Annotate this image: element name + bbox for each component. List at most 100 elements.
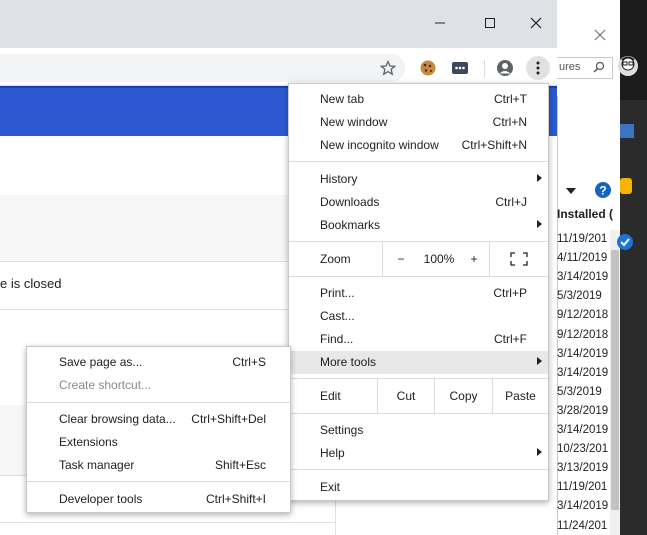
- menu-separator: [27, 481, 290, 482]
- installed-date: 3/14/2019: [557, 424, 609, 436]
- installed-date: 11/24/201: [557, 519, 608, 532]
- calendar-icon[interactable]: [620, 124, 634, 138]
- menu-item-settings[interactable]: Settings: [289, 419, 548, 442]
- minimize-icon[interactable]: [425, 8, 455, 38]
- menu-item-shortcut: Ctrl+Shift+N: [461, 138, 527, 152]
- zoom-in-button[interactable]: +: [459, 242, 489, 276]
- installed-date: 9/12/2018: [557, 328, 609, 341]
- search-text: ures: [559, 61, 581, 73]
- zoom-out-button[interactable]: −: [382, 242, 419, 276]
- menu-item-label: New window: [320, 115, 388, 129]
- submenu-arrow-icon: [537, 448, 542, 456]
- zoom-level: 100%: [423, 252, 455, 266]
- paste-button[interactable]: Paste: [492, 379, 548, 413]
- menu-item-cast[interactable]: Cast...: [289, 305, 548, 328]
- menu-item-label: Clear browsing data...: [59, 412, 176, 426]
- cut-button[interactable]: Cut: [377, 379, 434, 413]
- checkmark-icon[interactable]: [616, 233, 634, 254]
- close-icon[interactable]: [521, 8, 551, 38]
- bookmark-star-icon[interactable]: [377, 57, 399, 79]
- menu-item-label: Create shortcut...: [59, 378, 152, 392]
- submenu-item-clear-browsing-data[interactable]: Clear browsing data... Ctrl+Shift+Del: [27, 408, 290, 431]
- menu-item-label: Help: [320, 446, 345, 460]
- menu-item-label: Print...: [320, 286, 355, 300]
- menu-item-shortcut: Ctrl+J: [495, 195, 527, 209]
- browser-title-bar: [0, 0, 557, 48]
- close-icon[interactable]: [594, 28, 606, 44]
- submenu-item-task-manager[interactable]: Task manager Shift+Esc: [27, 454, 290, 477]
- extension-dots-icon[interactable]: [449, 57, 471, 79]
- menu-item-shortcut: Ctrl+Shift+I: [205, 492, 266, 506]
- menu-item-new-incognito-window[interactable]: New incognito window Ctrl+Shift+N: [289, 134, 548, 157]
- submenu-arrow-icon: [537, 220, 542, 228]
- chrome-main-menu: New tab Ctrl+T New window Ctrl+N New inc…: [288, 83, 549, 501]
- menu-item-shortcut: Shift+Esc: [214, 458, 266, 472]
- more-tools-submenu: Save page as... Ctrl+S Create shortcut..…: [26, 346, 291, 513]
- installed-date: 3/14/2019: [557, 366, 609, 379]
- installed-date: 10/23/201: [557, 443, 609, 456]
- divider: [0, 261, 335, 262]
- maximize-icon[interactable]: [475, 8, 505, 38]
- menu-item-label: More tools: [320, 355, 377, 369]
- copy-button[interactable]: Copy: [434, 379, 492, 413]
- menu-item-downloads[interactable]: Downloads Ctrl+J: [289, 191, 548, 214]
- fullscreen-icon[interactable]: [489, 242, 548, 276]
- menu-item-label: Developer tools: [59, 492, 143, 506]
- menu-item-shortcut: Ctrl+T: [494, 92, 527, 106]
- menu-separator: [289, 161, 548, 162]
- submenu-item-extensions[interactable]: Extensions: [27, 431, 290, 454]
- menu-item-shortcut: Ctrl+F: [494, 332, 527, 346]
- menu-item-help[interactable]: Help: [289, 442, 548, 465]
- address-bar[interactable]: [0, 54, 405, 82]
- scrollbar-thumb[interactable]: [611, 250, 619, 510]
- dropdown-arrow-icon[interactable]: [566, 184, 576, 198]
- menu-item-label: History: [320, 172, 358, 186]
- menu-item-new-tab[interactable]: New tab Ctrl+T: [289, 88, 548, 111]
- installed-date: 11/19/201: [557, 233, 608, 245]
- menu-item-print[interactable]: Print... Ctrl+P: [289, 282, 548, 305]
- divider: [0, 309, 335, 310]
- installed-column-header[interactable]: Installed (: [557, 207, 613, 221]
- installed-date: 3/14/2019: [557, 347, 609, 360]
- profile-icon[interactable]: [494, 57, 516, 79]
- kebab-menu-icon[interactable]: [526, 56, 550, 80]
- menu-item-zoom: Zoom − 100% +: [289, 242, 548, 276]
- menu-item-label: Edit: [320, 389, 341, 403]
- menu-item-find[interactable]: Find... Ctrl+F: [289, 328, 548, 351]
- avatar[interactable]: [616, 54, 640, 82]
- menu-item-new-window[interactable]: New window Ctrl+N: [289, 111, 548, 134]
- installed-date: 3/13/2019: [557, 462, 609, 475]
- installed-date: 4/11/2019: [557, 252, 608, 265]
- menu-item-label: New tab: [320, 92, 365, 106]
- menu-item-label: Exit: [320, 480, 341, 494]
- menu-item-exit[interactable]: Exit: [289, 476, 548, 499]
- menu-separator: [289, 413, 548, 414]
- installed-date: 5/3/2019: [557, 290, 602, 303]
- lightbulb-icon[interactable]: [620, 178, 632, 194]
- menu-item-shortcut: Ctrl+Shift+Del: [191, 412, 266, 426]
- menu-item-bookmarks[interactable]: Bookmarks: [289, 214, 548, 237]
- page-section: [0, 195, 335, 261]
- menu-item-more-tools[interactable]: More tools: [289, 351, 548, 374]
- menu-item-label: Cast...: [320, 309, 355, 323]
- menu-separator: [289, 276, 548, 277]
- search-input[interactable]: ures: [557, 57, 613, 79]
- submenu-item-developer-tools[interactable]: Developer tools Ctrl+Shift+I: [27, 488, 290, 511]
- installed-date: 11/19/201: [557, 481, 608, 494]
- help-icon[interactable]: ?: [594, 181, 612, 202]
- search-icon: [593, 61, 605, 76]
- menu-item-history[interactable]: History: [289, 168, 548, 191]
- submenu-item-create-shortcut: Create shortcut...: [27, 374, 290, 397]
- installed-date: 3/14/2019: [557, 500, 609, 513]
- menu-item-shortcut: Ctrl+S: [232, 355, 266, 369]
- toolbar-divider: [484, 60, 485, 78]
- installed-date: 5/3/2019: [557, 385, 602, 398]
- menu-item-label: New incognito window: [320, 138, 439, 152]
- menu-item-edit: Edit Cut Copy Paste: [289, 379, 548, 413]
- menu-separator: [27, 402, 290, 403]
- menu-item-shortcut: Ctrl+P: [493, 286, 527, 300]
- cookie-extension-icon[interactable]: [417, 57, 439, 79]
- submenu-item-save-page[interactable]: Save page as... Ctrl+S: [27, 351, 290, 374]
- menu-item-label: Save page as...: [59, 355, 143, 369]
- menu-item-shortcut: Ctrl+N: [492, 115, 527, 129]
